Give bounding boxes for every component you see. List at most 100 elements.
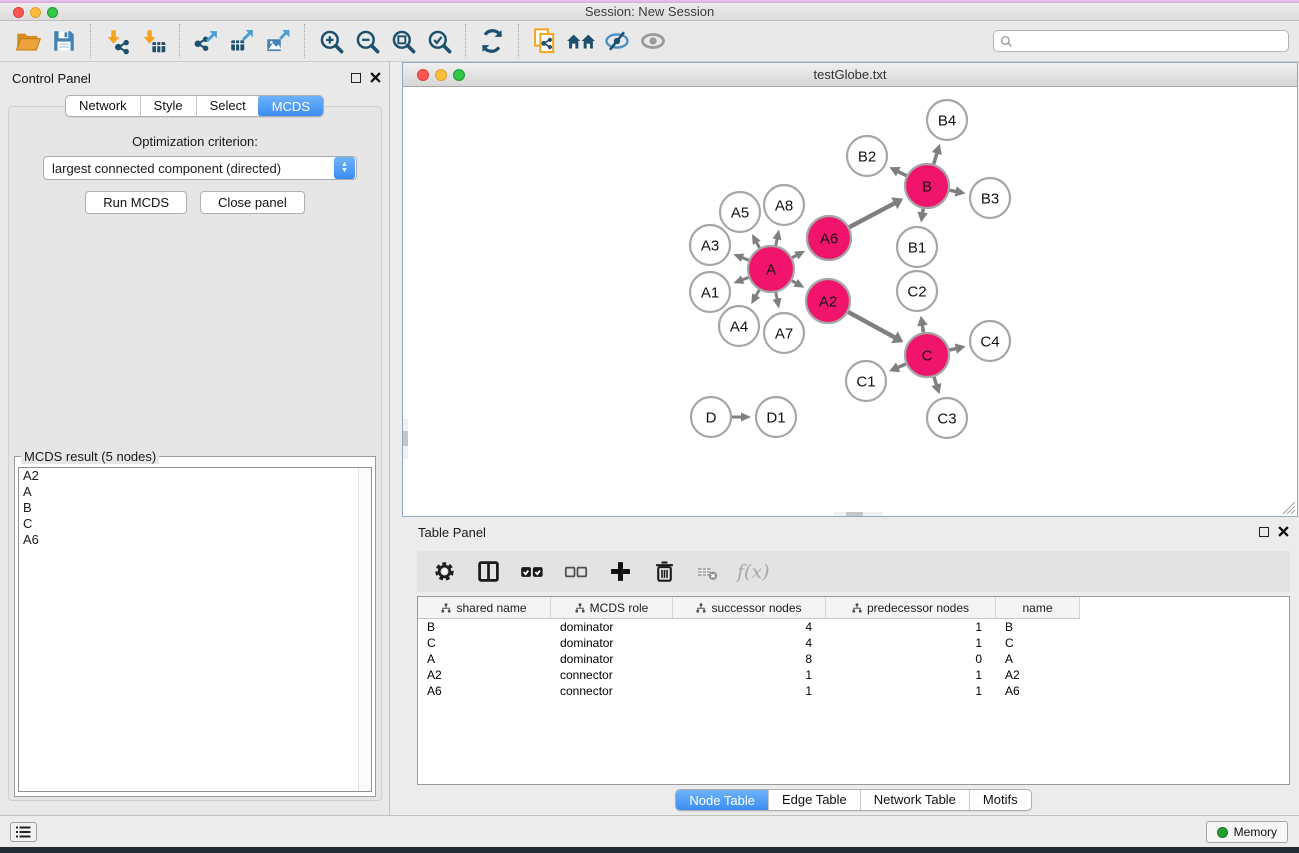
mcds-result-item[interactable]: A6 [19,532,371,548]
import-network-icon[interactable] [99,24,135,58]
criterion-dropdown[interactable]: largest connected component (directed) ▲… [43,156,357,180]
svg-text:A2: A2 [819,293,837,310]
export-image-icon[interactable] [260,24,296,58]
column-header-mcds-role[interactable]: MCDS role [551,597,673,619]
network-horizontal-scrollbar[interactable] [833,512,883,516]
tab-style[interactable]: Style [140,96,196,116]
close-panel-button[interactable]: Close panel [200,191,305,214]
column-header-shared-name[interactable]: shared name [418,597,551,619]
graph-node-A1[interactable]: A1 [690,272,730,312]
main-toolbar [0,21,1299,62]
network-zoom-traffic-light[interactable] [453,69,465,81]
network-close-traffic-light[interactable] [417,69,429,81]
tab-network-table[interactable]: Network Table [860,790,969,810]
delete-columns-icon[interactable] [649,557,679,587]
run-mcds-button[interactable]: Run MCDS [85,191,187,214]
mcds-result-item[interactable]: B [19,500,371,516]
graph-node-B2[interactable]: B2 [847,136,887,176]
new-network-from-file-icon[interactable] [527,24,563,58]
table-row[interactable]: A2connector11A2 [418,667,1289,683]
zoom-in-icon[interactable] [313,24,349,58]
mcds-result-list[interactable]: A2ABCA6 [18,467,372,792]
graph-node-A[interactable]: A [748,246,794,292]
memory-button[interactable]: Memory [1206,821,1288,843]
graph-edge-A2-C[interactable] [846,311,896,338]
export-table-icon[interactable] [224,24,260,58]
session-title: Session: New Session [0,3,1299,20]
network-vertical-scrollbar[interactable] [403,419,408,459]
save-session-icon[interactable] [46,24,82,58]
float-panel-icon[interactable] [351,73,361,83]
search-input[interactable] [1017,34,1282,48]
column-header-name[interactable]: name [996,597,1080,619]
graph-node-B[interactable]: B [905,164,949,208]
graph-node-C1[interactable]: C1 [846,361,886,401]
graph-node-C[interactable]: C [905,333,949,377]
add-column-icon[interactable] [605,557,635,587]
zoom-selected-icon[interactable] [421,24,457,58]
resize-grip-icon[interactable] [1283,502,1296,515]
graph-node-A4[interactable]: A4 [719,306,759,346]
table-row[interactable]: Adominator80A [418,651,1289,667]
table-row[interactable]: Bdominator41B [418,619,1289,635]
mcds-result-item[interactable]: C [19,516,371,532]
graph-node-A3[interactable]: A3 [690,225,730,265]
zoom-fit-icon[interactable] [385,24,421,58]
close-traffic-light[interactable] [13,7,24,18]
search-field[interactable] [993,30,1289,52]
tab-select[interactable]: Select [196,96,259,116]
zoom-out-icon[interactable] [349,24,385,58]
tab-node-table[interactable]: Node Table [675,789,769,811]
import-table-icon[interactable] [135,24,171,58]
graph-edge-A6-B[interactable] [848,202,897,228]
graph-node-A8[interactable]: A8 [764,185,804,225]
float-table-panel-icon[interactable] [1259,527,1269,537]
graph-node-A6[interactable]: A6 [807,216,851,260]
mcds-result-item[interactable]: A2 [19,468,371,484]
result-list-scrollbar[interactable] [358,468,371,791]
column-header-predecessor-nodes[interactable]: predecessor nodes [826,597,996,619]
home-networks-icon[interactable] [563,24,599,58]
graph-node-A2[interactable]: A2 [806,279,850,323]
svg-text:D1: D1 [766,409,785,426]
mcds-result-item[interactable]: A [19,484,371,500]
tab-mcds[interactable]: MCDS [258,95,324,117]
graph-node-D1[interactable]: D1 [756,397,796,437]
network-window-titlebar[interactable]: testGlobe.txt [403,63,1297,87]
graph-node-C4[interactable]: C4 [970,321,1010,361]
tab-motifs[interactable]: Motifs [969,790,1031,810]
graph-node-A7[interactable]: A7 [764,313,804,353]
hide-selected-icon[interactable] [599,24,635,58]
table-mode-gear-icon[interactable] [429,557,459,587]
table-row[interactable]: Cdominator41C [418,635,1289,651]
graph-node-C3[interactable]: C3 [927,398,967,438]
deselect-all-icon[interactable] [561,557,591,587]
toolbar-separator [518,24,519,58]
svg-text:C3: C3 [937,410,956,427]
export-network-icon[interactable] [188,24,224,58]
show-columns-icon[interactable] [473,557,503,587]
refresh-layout-icon[interactable] [474,24,510,58]
graph-node-B1[interactable]: B1 [897,227,937,267]
table-row[interactable]: A6connector11A6 [418,683,1289,699]
graph-node-D[interactable]: D [691,397,731,437]
graph-node-B3[interactable]: B3 [970,178,1010,218]
network-graph[interactable]: B4 B2 B3 A8A5A3 B1 A1 C2 A4A7 C4 C1 C3 D D1 B A6 A A2 C [403,87,1297,515]
select-all-icon[interactable] [517,557,547,587]
close-table-panel-icon[interactable] [1278,526,1289,537]
open-file-icon[interactable] [10,24,46,58]
close-panel-icon[interactable] [370,72,381,83]
minimize-traffic-light[interactable] [30,7,41,18]
graph-node-B4[interactable]: B4 [927,100,967,140]
graph-node-A5[interactable]: A5 [720,192,760,232]
network-minimize-traffic-light[interactable] [435,69,447,81]
task-history-button[interactable] [10,822,37,842]
graph-node-C2[interactable]: C2 [897,271,937,311]
graph-edge-B-B4[interactable] [933,152,937,166]
zoom-traffic-light[interactable] [47,7,58,18]
network-canvas[interactable]: B4 B2 B3 A8A5A3 B1 A1 C2 A4A7 C4 C1 C3 D D1 B A6 A A2 C [403,87,1297,516]
tab-edge-table[interactable]: Edge Table [768,790,860,810]
column-header-successor-nodes[interactable]: successor nodes [673,597,826,619]
graph-arrowhead [932,144,942,155]
tab-network[interactable]: Network [66,96,140,116]
